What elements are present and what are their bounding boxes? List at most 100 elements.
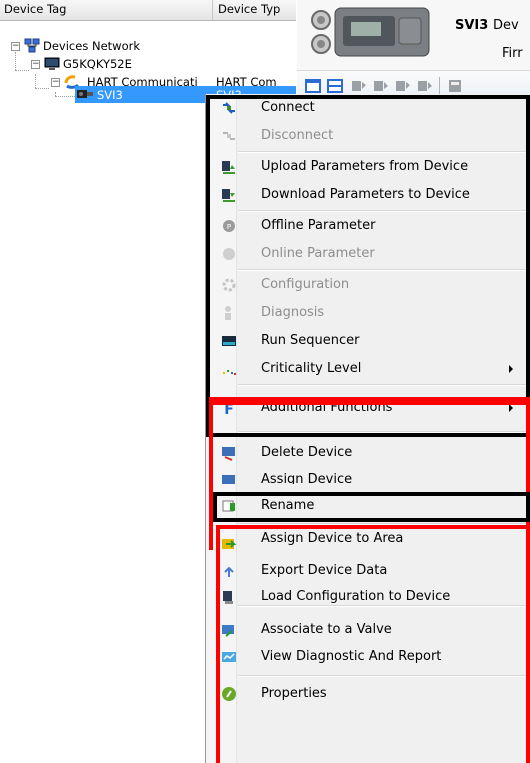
- device-info-line2: Firr: [502, 46, 523, 61]
- device-info-line1: Dev: [493, 18, 519, 33]
- menu-item-label: Connect: [261, 100, 315, 115]
- menu-item-label: Assign Device to Area: [261, 531, 404, 546]
- window-split-icon[interactable]: [327, 79, 343, 93]
- menu-item-associate-valve[interactable]: Associate to a Valve: [206, 616, 530, 644]
- functions-icon: F: [221, 400, 237, 418]
- menu-item-properties[interactable]: Properties: [206, 680, 530, 708]
- window-icon[interactable]: [305, 79, 321, 93]
- menu-item-label: Assign Device: [261, 472, 353, 484]
- report-icon: [221, 649, 237, 665]
- export-icon: [221, 563, 237, 579]
- annotation-frame-red-top: [209, 397, 530, 401]
- collapse-toggle[interactable]: −: [11, 42, 20, 51]
- connect-icon: [221, 100, 237, 116]
- load-config-icon: [221, 589, 237, 605]
- diagnosis-icon: [221, 305, 237, 321]
- menu-item-label: Configuration: [261, 277, 350, 292]
- menu-item-label: Online Parameter: [261, 246, 375, 261]
- tree-item-computer[interactable]: G5KQKY52E: [63, 55, 132, 73]
- menu-separator: [238, 210, 530, 212]
- assign-device-icon: [221, 472, 237, 484]
- menu-item-rename[interactable]: Rename: [206, 492, 530, 520]
- device-name: SVI3: [455, 18, 489, 33]
- menu-item-label: Export Device Data: [261, 563, 388, 578]
- menu-item-assign-device-to-area[interactable]: Assign Device to Area: [206, 528, 530, 558]
- delete-device-icon: [221, 445, 237, 461]
- valve-icon: [221, 622, 237, 638]
- tree-connector: [55, 96, 75, 97]
- menu-item-run-sequencer[interactable]: Run Sequencer: [206, 327, 530, 355]
- assign-area-icon: [221, 536, 237, 552]
- menu-item-configuration[interactable]: Configuration: [206, 271, 530, 299]
- upload-toolbar-icon[interactable]: [351, 79, 367, 93]
- menu-item-offline-parameter[interactable]: P Offline Parameter: [206, 212, 530, 240]
- download-all-toolbar-icon[interactable]: [417, 79, 433, 93]
- menu-item-view-diagnostic[interactable]: View Diagnostic And Report: [206, 643, 530, 671]
- submenu-arrow-icon: [509, 404, 513, 412]
- positioner-icon: [76, 87, 94, 101]
- collapse-toggle[interactable]: −: [31, 60, 40, 69]
- menu-item-label: Run Sequencer: [261, 333, 360, 348]
- menu-separator: [238, 151, 530, 153]
- menu-item-criticality-level[interactable]: Criticality Level: [206, 355, 530, 383]
- tree-item-devices-network[interactable]: Devices Network: [43, 37, 140, 55]
- menu-item-export-device-data[interactable]: Export Device Data: [206, 557, 530, 585]
- menu-item-diagnosis[interactable]: Diagnosis: [206, 299, 530, 327]
- menu-item-label: Load Configuration to Device: [261, 589, 451, 604]
- menu-item-label: Associate to a Valve: [261, 622, 392, 637]
- menu-item-label: Properties: [261, 686, 327, 701]
- toolbar-separator: [439, 77, 440, 95]
- menu-item-label: Rename: [261, 498, 315, 513]
- menu-separator: [238, 269, 530, 271]
- menu-item-label: Download Parameters to Device: [261, 187, 470, 202]
- criticality-icon: [221, 361, 237, 377]
- menu-item-label: Disconnect: [261, 128, 334, 143]
- computer-icon: [44, 56, 60, 72]
- menu-item-upload-parameters[interactable]: Upload Parameters from Device: [206, 153, 530, 181]
- download-icon: [221, 187, 237, 203]
- menu-item-online-parameter[interactable]: Online Parameter: [206, 240, 530, 268]
- submenu-arrow-icon: [509, 365, 513, 373]
- tree-item-svi3-label: SVI3: [97, 88, 123, 102]
- properties-icon: [221, 686, 237, 702]
- tree-connector: [35, 74, 36, 88]
- menu-item-label: Delete Device: [261, 445, 353, 460]
- column-header-device-type[interactable]: Device Typ: [214, 0, 296, 20]
- upload-all-toolbar-icon[interactable]: [395, 79, 411, 93]
- column-header-device-tag[interactable]: Device Tag: [0, 0, 213, 20]
- menu-item-assign-device[interactable]: Assign Device: [206, 466, 530, 484]
- network-icon: [24, 38, 40, 54]
- tree-connector: [15, 70, 29, 71]
- menu-item-load-configuration[interactable]: Load Configuration to Device: [206, 583, 530, 611]
- menu-item-label: Criticality Level: [261, 361, 362, 376]
- menu-item-connect[interactable]: Connect: [206, 94, 530, 122]
- menu-separator: [238, 523, 530, 525]
- configuration-icon: [221, 277, 237, 293]
- svg-text:P: P: [227, 223, 231, 231]
- collapse-toggle[interactable]: −: [51, 78, 60, 87]
- rename-icon: [221, 498, 237, 514]
- menu-item-disconnect[interactable]: Disconnect: [206, 122, 530, 150]
- menu-separator: [238, 431, 530, 433]
- menu-separator: [238, 384, 530, 386]
- tree-connector: [35, 88, 49, 89]
- offline-parameter-icon: P: [221, 218, 237, 234]
- settings-toolbar-icon[interactable]: [447, 79, 463, 93]
- device-header-panel: SVI3 Dev Firr: [297, 0, 530, 70]
- disconnect-icon: [221, 128, 237, 144]
- tree-column-header: Device Tag Device Typ: [0, 0, 296, 21]
- device-image: [305, 4, 431, 60]
- download-toolbar-icon[interactable]: [373, 79, 389, 93]
- menu-item-delete-device[interactable]: Delete Device: [206, 439, 530, 467]
- sequencer-icon: [221, 333, 237, 349]
- menu-item-label: View Diagnostic And Report: [261, 649, 442, 664]
- upload-icon: [221, 159, 237, 175]
- menu-item-label: Diagnosis: [261, 305, 325, 320]
- svg-text:F: F: [224, 402, 234, 416]
- menu-item-label: Offline Parameter: [261, 218, 376, 233]
- menu-separator: [238, 675, 530, 677]
- online-parameter-icon: [221, 246, 237, 262]
- menu-item-label: Upload Parameters from Device: [261, 159, 469, 174]
- menu-item-download-parameters[interactable]: Download Parameters to Device: [206, 181, 530, 209]
- tree-connector: [15, 52, 16, 70]
